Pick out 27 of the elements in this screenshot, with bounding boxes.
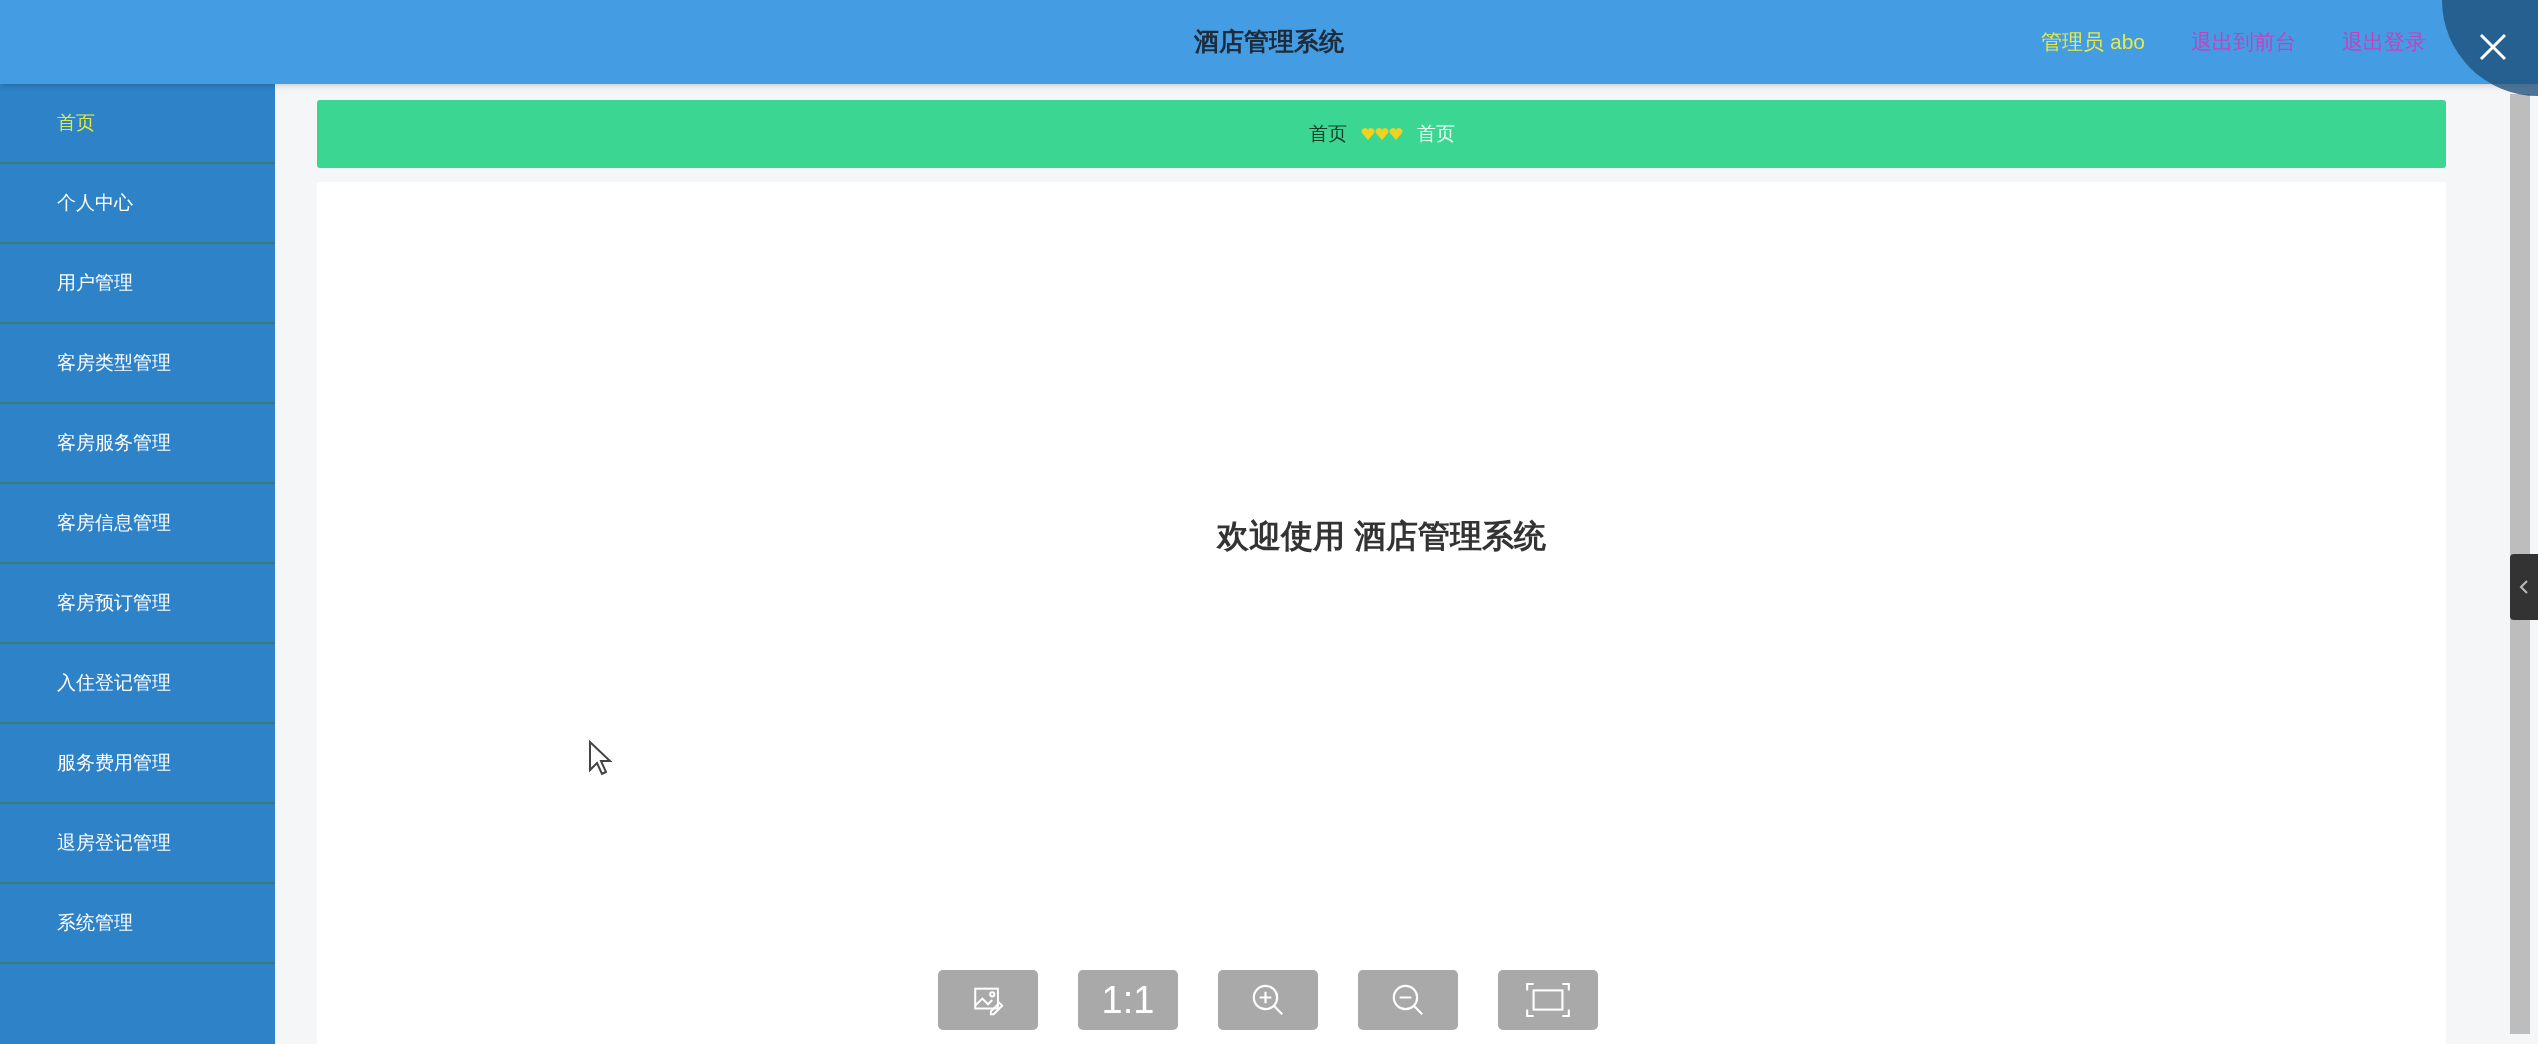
- close-icon: [2478, 32, 2508, 62]
- viewer-button[interactable]: [1358, 970, 1458, 1030]
- hearts-icon: [1360, 127, 1403, 141]
- sidebar-item[interactable]: 客房服务管理: [0, 404, 275, 484]
- collapse-tab[interactable]: [2510, 554, 2538, 620]
- sidebar-item[interactable]: 用户管理: [0, 244, 275, 324]
- sidebar-item[interactable]: 退房登记管理: [0, 804, 275, 884]
- viewer-button[interactable]: [938, 970, 1038, 1030]
- chevron-left-icon: [2519, 579, 2529, 595]
- breadcrumb-current: 首页: [1416, 121, 1455, 146]
- sidebar-item[interactable]: 客房类型管理: [0, 324, 275, 404]
- viewer-button[interactable]: 1:1: [1078, 970, 1178, 1030]
- sidebar-item[interactable]: 首页: [0, 84, 275, 164]
- sidebar-item[interactable]: 系统管理: [0, 884, 275, 964]
- app-title: 酒店管理系统: [1194, 26, 1344, 58]
- sidebar-item[interactable]: 客房预订管理: [0, 564, 275, 644]
- mouse-pointer-icon: [588, 740, 612, 776]
- viewer-button[interactable]: [1218, 970, 1318, 1030]
- viewer-button[interactable]: [1498, 970, 1598, 1030]
- fullscreen-icon: [1524, 980, 1572, 1020]
- user-name: 管理员 abo: [2041, 29, 2145, 56]
- sidebar-item[interactable]: 入住登记管理: [0, 644, 275, 724]
- sidebar-item[interactable]: 客房信息管理: [0, 484, 275, 564]
- breadcrumb-link[interactable]: 首页: [1308, 119, 1347, 149]
- sidebar-item[interactable]: 服务费用管理: [0, 724, 275, 804]
- welcome-heading: 欢迎使用 酒店管理系统: [1217, 517, 1546, 556]
- sidebar-item[interactable]: 个人中心: [0, 164, 275, 244]
